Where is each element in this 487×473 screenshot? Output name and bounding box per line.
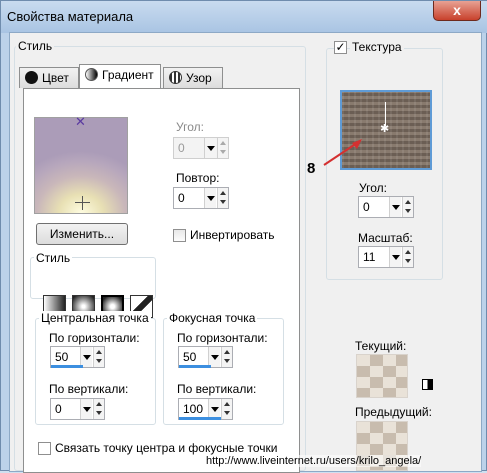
gradient-preview[interactable]: ✕	[34, 114, 128, 214]
focus-v-value: 100	[183, 402, 204, 416]
texture-checkbox[interactable]: ✓	[334, 41, 347, 54]
repeat-value: 0	[178, 191, 185, 205]
link-points-checkbox[interactable]	[38, 442, 51, 455]
center-crosshair-bar	[75, 202, 90, 203]
center-h-value: 50	[55, 350, 69, 364]
texture-angle-label: Угол:	[359, 181, 387, 195]
texture-scale-value: 11	[363, 250, 376, 264]
center-h-spin-arrows-icon[interactable]	[93, 347, 104, 367]
gradient-circle-icon	[85, 68, 98, 81]
watermark-url: http://www.liveinternet.ru/users/krilo_a…	[206, 455, 422, 467]
focus-h-level-bar	[179, 365, 211, 368]
texture-label: Текстура	[350, 40, 404, 54]
tab-gradient[interactable]: Градиент	[79, 64, 161, 88]
angle-spin-arrows-icon[interactable]	[217, 138, 228, 158]
gradient-style-label: Стиль	[34, 251, 73, 265]
focus-v-spin-arrows-icon[interactable]	[221, 399, 232, 419]
focus-v-stepper[interactable]: 100	[178, 398, 233, 420]
center-crosshair-icon[interactable]	[82, 196, 83, 210]
current-label: Текущий:	[355, 339, 407, 353]
texture-scale-label: Масштаб:	[358, 231, 413, 245]
repeat-label: Повтор:	[176, 171, 220, 185]
center-v-value: 0	[55, 402, 62, 416]
swap-swatch-icon[interactable]	[422, 379, 433, 390]
dialog-client-area: Стиль Цвет Градиент Узор ✕ Угол: 0 Повто…	[9, 32, 482, 473]
focus-h-value: 50	[183, 350, 197, 364]
focus-v-label: По вертикали:	[177, 382, 257, 396]
focus-h-spin-arrows-icon[interactable]	[221, 347, 232, 367]
angle-value: 0	[178, 141, 185, 155]
focus-h-label: По горизонтали:	[177, 331, 268, 345]
pattern-circle-icon	[169, 71, 182, 84]
center-v-dropdown-icon[interactable]	[80, 399, 92, 419]
center-v-stepper[interactable]: 0	[50, 398, 105, 420]
annotation-number: 8	[307, 160, 316, 177]
focus-point-label: Фокусная точка	[167, 311, 258, 325]
title-bar: Свойства материала x	[1, 1, 487, 33]
window-title: Свойства материала	[7, 9, 134, 24]
current-swatch[interactable]	[356, 354, 408, 398]
texture-angle-spin-arrows-icon[interactable]	[402, 197, 413, 217]
texture-angle-dropdown-icon[interactable]	[389, 197, 401, 217]
repeat-stepper[interactable]: 0	[173, 187, 229, 209]
tab-pattern-label: Узор	[186, 71, 212, 85]
tab-pattern[interactable]: Узор	[163, 67, 223, 88]
center-v-spin-arrows-icon[interactable]	[93, 399, 104, 419]
texture-center-icon[interactable]: ✱	[380, 122, 389, 135]
center-h-dropdown-icon[interactable]	[80, 347, 92, 367]
angle-dropdown-icon[interactable]	[204, 138, 216, 158]
tab-color[interactable]: Цвет	[19, 67, 79, 88]
tab-color-label: Цвет	[42, 71, 69, 85]
angle-stepper[interactable]: 0	[173, 137, 229, 159]
repeat-spin-arrows-icon[interactable]	[217, 188, 228, 208]
focus-h-stepper[interactable]: 50	[178, 346, 233, 368]
focus-point-marker-icon[interactable]: ✕	[75, 114, 86, 130]
edit-gradient-button[interactable]: Изменить...	[36, 223, 128, 245]
close-button[interactable]: x	[433, 1, 481, 21]
texture-angle-value: 0	[363, 200, 370, 214]
repeat-dropdown-icon[interactable]	[204, 188, 216, 208]
focus-h-dropdown-icon[interactable]	[208, 347, 220, 367]
texture-scale-stepper[interactable]: 11	[358, 246, 414, 268]
texture-scale-spin-arrows-icon[interactable]	[402, 247, 413, 267]
previous-label: Предыдущий:	[355, 405, 432, 419]
material-properties-window: Свойства материала x Стиль Цвет Градиент…	[0, 0, 487, 473]
style-group-label: Стиль	[16, 39, 55, 53]
tab-gradient-label: Градиент	[102, 68, 154, 82]
annotation-arrow-icon	[323, 139, 362, 166]
center-h-label: По горизонтали:	[49, 331, 140, 345]
angle-label: Угол:	[176, 120, 204, 134]
texture-angle-stepper[interactable]: 0	[358, 196, 414, 218]
center-h-level-bar	[51, 365, 83, 368]
invert-label: Инвертировать	[190, 228, 275, 242]
invert-checkbox[interactable]	[173, 229, 186, 242]
center-point-label: Центральная точка	[39, 311, 151, 325]
center-h-stepper[interactable]: 50	[50, 346, 105, 368]
focus-v-level-bar	[179, 417, 221, 420]
focus-v-dropdown-icon[interactable]	[208, 399, 220, 419]
center-v-label: По вертикали:	[49, 382, 129, 396]
link-points-label: Связать точку центра и фокусные точки	[55, 441, 278, 455]
texture-scale-dropdown-icon[interactable]	[389, 247, 401, 267]
color-circle-icon	[25, 71, 38, 84]
